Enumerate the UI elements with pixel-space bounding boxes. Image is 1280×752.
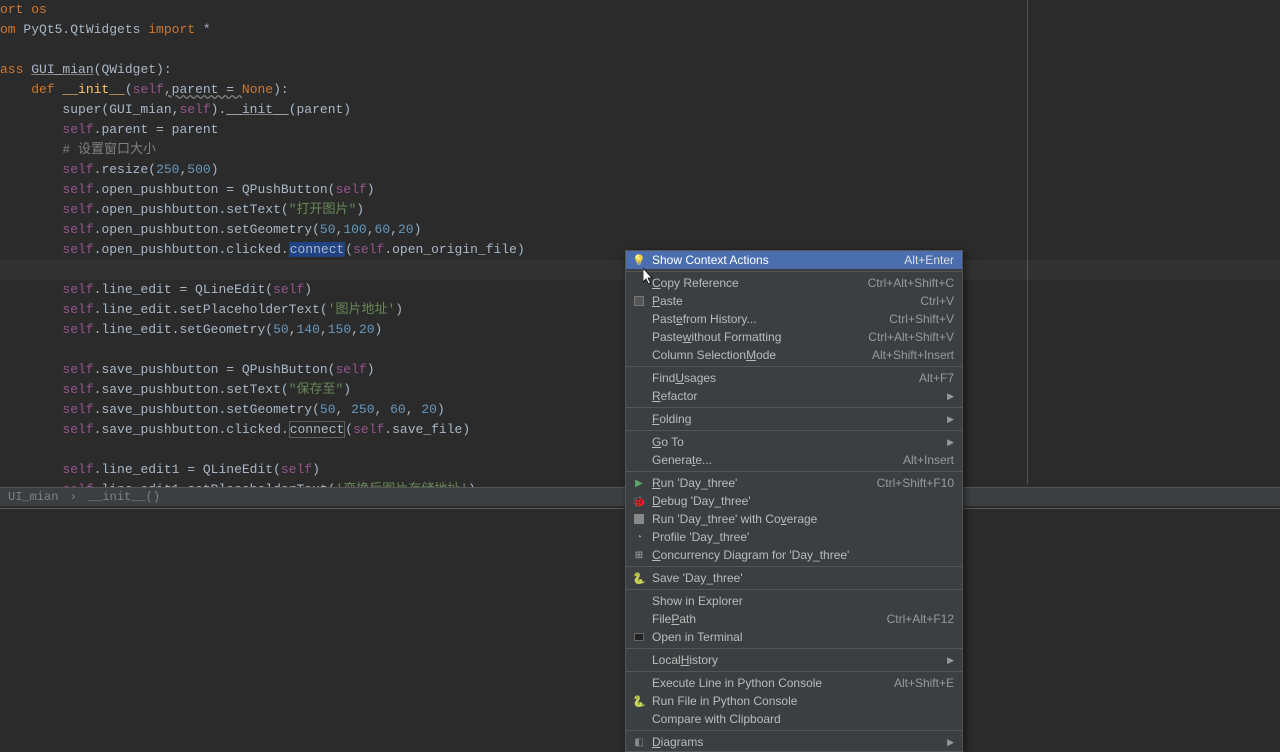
menu-separator — [626, 430, 962, 431]
python-icon: 🐍 — [632, 571, 646, 585]
menu-find-usages[interactable]: Find Usages Alt+F7 — [626, 369, 962, 387]
editor-right-border — [1027, 0, 1028, 484]
menu-file-path[interactable]: File Path Ctrl+Alt+F12 — [626, 610, 962, 628]
menu-separator — [626, 366, 962, 367]
menu-generate[interactable]: Generate... Alt+Insert — [626, 451, 962, 469]
breadcrumb-item[interactable]: UI_mian — [8, 490, 58, 504]
menu-run[interactable]: ▶ Run 'Day_three' Ctrl+Shift+F10 — [626, 474, 962, 492]
menu-debug[interactable]: 🐞 Debug 'Day_three' — [626, 492, 962, 510]
menu-open-terminal[interactable]: Open in Terminal — [626, 628, 962, 646]
menu-paste-without-formatting[interactable]: Paste without Formatting Ctrl+Alt+Shift+… — [626, 328, 962, 346]
diagram-icon: ◧ — [632, 735, 646, 749]
menu-save[interactable]: 🐍 Save 'Day_three' — [626, 569, 962, 587]
context-menu[interactable]: Show Context Actions Alt+Enter Copy Refe… — [625, 250, 963, 752]
menu-compare-clipboard[interactable]: Compare with Clipboard — [626, 710, 962, 728]
coverage-icon — [632, 512, 646, 526]
menu-local-history[interactable]: Local History ▶ — [626, 651, 962, 669]
chevron-right-icon: ▶ — [947, 655, 954, 666]
menu-separator — [626, 648, 962, 649]
menu-run-coverage[interactable]: Run 'Day_three' with Coverage — [626, 510, 962, 528]
chevron-right-icon: ▶ — [947, 437, 954, 448]
menu-separator — [626, 407, 962, 408]
menu-paste-history[interactable]: Paste from History... Ctrl+Shift+V — [626, 310, 962, 328]
breadcrumb-separator: › — [70, 490, 77, 504]
chevron-right-icon: ▶ — [947, 391, 954, 402]
debug-icon: 🐞 — [632, 494, 646, 508]
terminal-icon — [632, 630, 646, 644]
menu-show-explorer[interactable]: Show in Explorer — [626, 592, 962, 610]
menu-separator — [626, 589, 962, 590]
menu-separator — [626, 566, 962, 567]
code-text: ort os — [0, 2, 47, 17]
paste-icon — [632, 294, 646, 308]
menu-separator — [626, 471, 962, 472]
menu-refactor[interactable]: Refactor ▶ — [626, 387, 962, 405]
python-icon: 🐍 — [632, 694, 646, 708]
menu-separator — [626, 671, 962, 672]
concurrency-icon: ⊞ — [632, 548, 646, 562]
run-icon: ▶ — [632, 476, 646, 490]
menu-execute-line[interactable]: Execute Line in Python Console Alt+Shift… — [626, 674, 962, 692]
menu-run-file-console[interactable]: 🐍 Run File in Python Console — [626, 692, 962, 710]
breadcrumb-item[interactable]: __init__() — [88, 490, 160, 504]
menu-concurrency[interactable]: ⊞ Concurrency Diagram for 'Day_three' — [626, 546, 962, 564]
menu-profile[interactable]: ◔ Profile 'Day_three' — [626, 528, 962, 546]
chevron-right-icon: ▶ — [947, 414, 954, 425]
menu-goto[interactable]: Go To ▶ — [626, 433, 962, 451]
chevron-right-icon: ▶ — [947, 737, 954, 748]
menu-folding[interactable]: Folding ▶ — [626, 410, 962, 428]
menu-diagrams[interactable]: ◧ Diagrams ▶ — [626, 733, 962, 751]
menu-paste[interactable]: Paste Ctrl+V — [626, 292, 962, 310]
profile-icon: ◔ — [632, 530, 646, 544]
menu-separator — [626, 730, 962, 731]
menu-column-selection[interactable]: Column Selection Mode Alt+Shift+Insert — [626, 346, 962, 364]
